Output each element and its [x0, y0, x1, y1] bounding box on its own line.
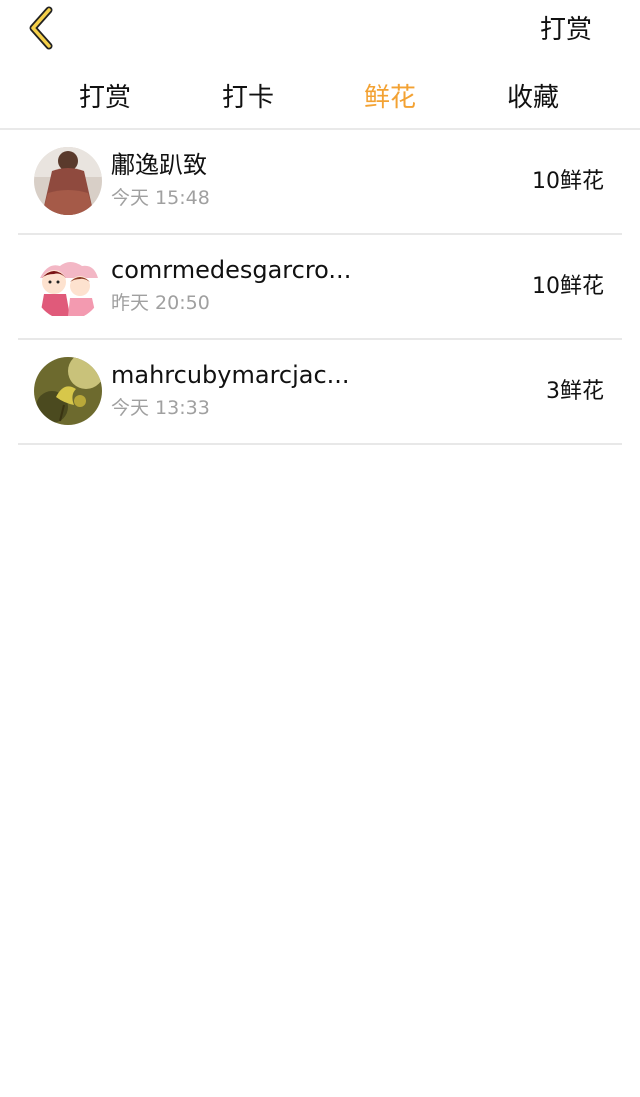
user-name: 鄘逸趴致: [111, 151, 207, 179]
tab-flowers[interactable]: 鲜花: [330, 72, 450, 124]
list-item[interactable]: 鄘逸趴致 今天 15:48 10鲜花: [18, 130, 622, 235]
user-name: mahrcubymarcjac...: [111, 361, 350, 389]
user-name: comrmedesgarcro...: [111, 256, 352, 284]
flower-count: 10鲜花: [532, 274, 604, 299]
nav-bar: 打赏: [0, 0, 640, 62]
flower-count: 10鲜花: [532, 169, 604, 194]
timestamp: 今天 15:48: [111, 187, 210, 209]
flower-count: 3鲜花: [546, 379, 604, 404]
back-button[interactable]: [18, 4, 66, 56]
avatar[interactable]: [34, 357, 102, 425]
avatar[interactable]: [34, 252, 102, 320]
tab-favorites[interactable]: 收藏: [473, 72, 593, 124]
list-item[interactable]: mahrcubymarcjac... 今天 13:33 3鲜花: [18, 340, 622, 445]
timestamp: 昨天 20:50: [111, 292, 210, 314]
chevron-left-icon: [27, 5, 57, 55]
tab-reward[interactable]: 打赏: [45, 72, 165, 124]
flower-record-list: 鄘逸趴致 今天 15:48 10鲜花 comrmedesgarcro... 昨天…: [18, 130, 622, 445]
list-item[interactable]: comrmedesgarcro... 昨天 20:50 10鲜花: [18, 235, 622, 340]
tab-checkin[interactable]: 打卡: [188, 72, 308, 124]
avatar[interactable]: [34, 147, 102, 215]
reward-action-button[interactable]: 打赏: [540, 10, 592, 50]
tab-bar: 打赏 打卡 鲜花 收藏: [0, 72, 640, 128]
timestamp: 今天 13:33: [111, 397, 210, 419]
